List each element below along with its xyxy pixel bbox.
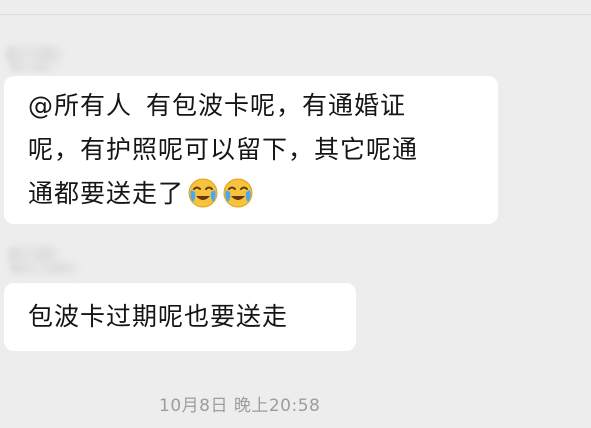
message-line: 包波卡过期呢也要送走: [28, 299, 288, 335]
blurred-sender-name-detail: [10, 262, 80, 274]
message-bubble[interactable]: 包波卡过期呢也要送走: [4, 283, 356, 351]
top-divider: [0, 14, 591, 15]
message-text: 呢，有护照呢可以留下，其它呢通: [28, 135, 419, 164]
message-bubble[interactable]: @所有人 有包波卡呢，有通婚证 呢，有护照呢可以留下，其它呢通 通都要送走了: [4, 76, 498, 224]
message-line: 通都要送走了: [28, 176, 254, 212]
message-text: 包波卡过期呢也要送走: [28, 302, 289, 331]
message-text: 通都要送走了: [28, 179, 185, 208]
timestamp-text: 10月8日 晚上20:58: [159, 396, 321, 416]
message-line: @所有人 有包波卡呢，有通婚证: [28, 88, 406, 124]
message-text: 有包波卡呢，有通婚证: [146, 91, 407, 120]
face-with-tears-emoji: [223, 178, 253, 208]
blurred-sender-name-detail: [10, 62, 54, 72]
face-with-tears-emoji: [188, 178, 218, 208]
message-line: 呢，有护照呢可以留下，其它呢通: [28, 132, 418, 168]
mention-all[interactable]: @所有人: [28, 91, 132, 120]
